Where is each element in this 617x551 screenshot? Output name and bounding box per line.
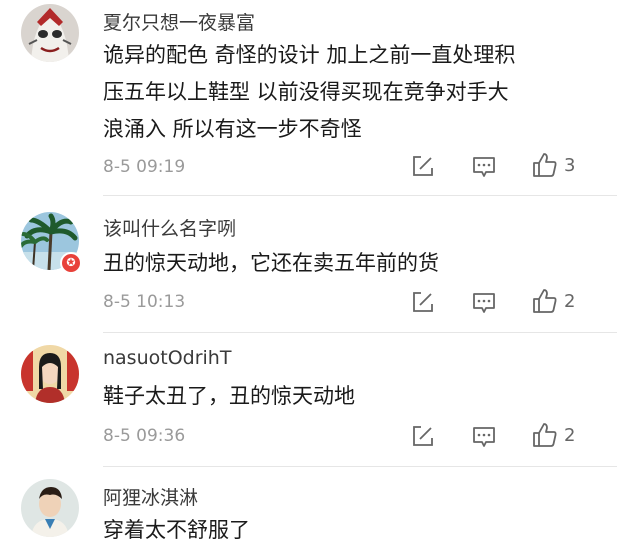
comment-line: 丑的惊天动地，它还在卖五年前的货 xyxy=(103,251,439,275)
like-button[interactable]: 2 xyxy=(532,288,575,314)
comment-line: 压五年以上鞋型 以前没得买现在竞争对手大 xyxy=(103,80,509,104)
username[interactable]: 夏尔只想一夜暴富 xyxy=(103,8,255,35)
share-button[interactable] xyxy=(411,424,435,448)
timestamp: 8-5 09:36 xyxy=(103,426,186,446)
thumbs-up-icon xyxy=(533,423,557,447)
comment-line: 鞋子太丑了，丑的惊天动地 xyxy=(103,384,355,408)
verified-badge-icon: ✪ xyxy=(60,252,82,274)
avatar[interactable] xyxy=(21,4,79,62)
divider xyxy=(103,466,617,467)
like-count: 2 xyxy=(564,424,576,446)
username[interactable]: nasuotOdrihT xyxy=(103,347,231,369)
reply-button[interactable] xyxy=(472,290,496,314)
share-button[interactable] xyxy=(411,290,435,314)
comment-line: 穿着太不舒服了 xyxy=(103,518,250,542)
username[interactable]: 该叫什么名字咧 xyxy=(103,214,236,241)
comment-bubble-icon xyxy=(473,293,495,313)
comment-text: 丑的惊天动地，它还在卖五年前的货 xyxy=(103,245,603,282)
comment-list: 夏尔只想一夜暴富 诡异的配色 奇怪的设计 加上之前一直处理积 压五年以上鞋型 以… xyxy=(0,0,617,551)
avatar[interactable] xyxy=(21,479,79,537)
comment-text: 鞋子太丑了，丑的惊天动地 xyxy=(103,378,603,415)
reply-button[interactable] xyxy=(472,424,496,448)
like-button[interactable]: 2 xyxy=(532,422,575,448)
divider xyxy=(103,195,617,196)
username[interactable]: 阿狸冰淇淋 xyxy=(103,483,198,510)
timestamp: 8-5 10:13 xyxy=(103,292,186,312)
reply-button[interactable] xyxy=(472,154,496,178)
comment-bubble-icon xyxy=(473,157,495,177)
avatar[interactable] xyxy=(21,345,79,403)
thumbs-up-icon xyxy=(533,153,557,177)
comment-line: 诡异的配色 奇怪的设计 加上之前一直处理积 xyxy=(103,43,516,67)
share-button[interactable] xyxy=(411,154,435,178)
thumbs-up-icon xyxy=(533,289,557,313)
edit-share-icon xyxy=(413,426,433,446)
divider xyxy=(103,332,617,333)
comment-text: 穿着太不舒服了 xyxy=(103,512,603,549)
timestamp: 8-5 09:19 xyxy=(103,157,186,177)
like-count: 2 xyxy=(564,290,576,312)
comment-line: 浪涌入 所以有这一步不奇怪 xyxy=(103,117,362,141)
like-button[interactable]: 3 xyxy=(532,152,575,178)
edit-share-icon xyxy=(413,292,433,312)
comment-bubble-icon xyxy=(473,427,495,447)
edit-share-icon xyxy=(413,156,433,176)
comment-text: 诡异的配色 奇怪的设计 加上之前一直处理积 压五年以上鞋型 以前没得买现在竞争对… xyxy=(103,37,603,148)
like-count: 3 xyxy=(564,154,576,176)
